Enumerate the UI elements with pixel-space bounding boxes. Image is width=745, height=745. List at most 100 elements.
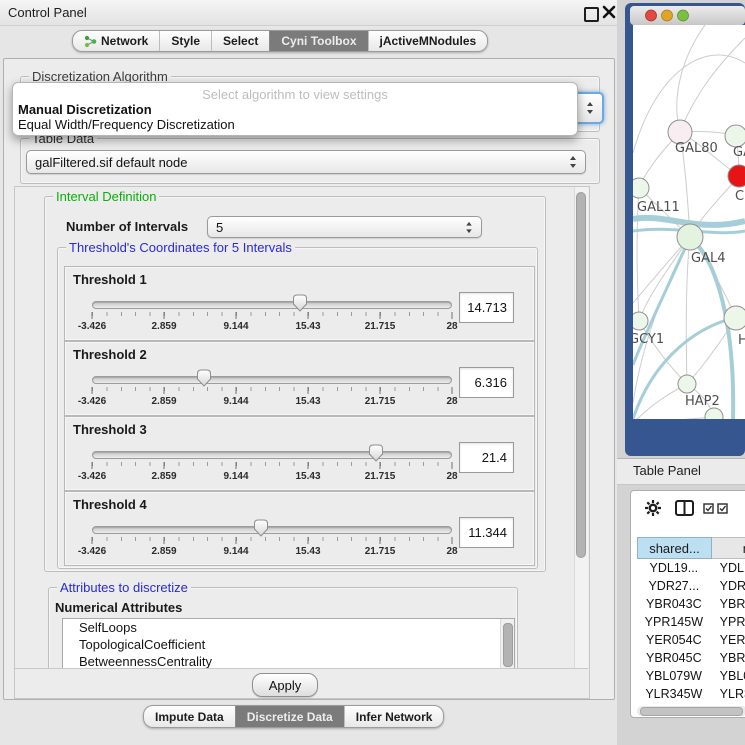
tab-label: Style bbox=[171, 34, 200, 48]
threshold-3-slider-track[interactable] bbox=[92, 451, 452, 459]
cell-name[interactable]: YDL1 bbox=[711, 561, 745, 575]
column-header-name[interactable]: name bbox=[712, 537, 745, 559]
threshold-4-value-field[interactable]: 11.344 bbox=[459, 517, 514, 548]
dropdown-option-equal-width-frequency[interactable]: Equal Width/Frequency Discretization bbox=[18, 117, 235, 132]
settings-scrollbar-thumb[interactable] bbox=[576, 192, 586, 558]
checkbox-icon[interactable] bbox=[717, 503, 728, 514]
table-row[interactable]: YER054CYER0 bbox=[637, 631, 745, 649]
cell-name[interactable]: YBR0 bbox=[711, 651, 745, 665]
network-node-label: GAL4 bbox=[691, 251, 725, 266]
cell-name[interactable]: YLR3 bbox=[711, 687, 745, 701]
table-hscrollbar-track[interactable] bbox=[637, 706, 745, 716]
slider-tick-label: 2.859 bbox=[151, 396, 176, 407]
tab-discretize-data[interactable]: Discretize Data bbox=[235, 706, 344, 727]
cell-name[interactable]: YPR1 bbox=[711, 615, 745, 629]
cell-shared-name[interactable]: YPR145W bbox=[637, 615, 711, 629]
cell-shared-name[interactable]: YLR345W bbox=[637, 687, 711, 701]
threshold-1-slider-track[interactable] bbox=[92, 301, 452, 309]
table-hscrollbar-thumb[interactable] bbox=[640, 707, 743, 716]
table-row[interactable]: YLR345WYLR3 bbox=[637, 685, 745, 703]
table-row[interactable]: YBR043CYBR0 bbox=[637, 595, 745, 613]
minimize-traffic-light[interactable] bbox=[662, 10, 673, 21]
tab-network[interactable]: Network bbox=[73, 31, 159, 51]
tab-style[interactable]: Style bbox=[159, 31, 211, 51]
cell-shared-name[interactable]: YBR045C bbox=[637, 651, 711, 665]
cell-name[interactable]: YBR0 bbox=[711, 597, 745, 611]
network-node-label: C bbox=[735, 189, 744, 204]
cell-name[interactable]: YBL0 bbox=[711, 669, 745, 683]
number-of-intervals-combobox[interactable]: 5 bbox=[207, 216, 482, 238]
number-of-intervals-label: Number of Intervals bbox=[66, 219, 188, 234]
cell-shared-name[interactable]: YBL079W bbox=[637, 669, 711, 683]
threshold-1-slider-thumb[interactable] bbox=[292, 294, 308, 312]
threshold-3-slider-thumb[interactable] bbox=[368, 444, 384, 462]
network-node-label: GCY1 bbox=[629, 332, 664, 347]
slider-major-tick bbox=[452, 387, 453, 394]
slider-tick-label: 28 bbox=[446, 546, 457, 557]
close-traffic-light[interactable] bbox=[646, 10, 657, 21]
threshold-1-slider-ticks: -3.4262.8599.14415.4321.71528 bbox=[92, 312, 452, 338]
tab-infer-network[interactable]: Infer Network bbox=[344, 706, 444, 727]
top-tab-bar: Network Style Select Cyni Toolbox jActiv… bbox=[72, 30, 488, 52]
slider-major-tick bbox=[92, 312, 93, 319]
table-row[interactable]: YPR145WYPR1 bbox=[637, 613, 745, 631]
table-data-combobox[interactable]: galFiltered.sif default node bbox=[26, 150, 586, 174]
attribute-list-item[interactable]: SelfLoops bbox=[63, 619, 514, 636]
table-row[interactable]: YBR045CYBR0 bbox=[637, 649, 745, 667]
cell-shared-name[interactable]: YBR043C bbox=[637, 597, 711, 611]
slider-tick-label: 9.144 bbox=[223, 321, 248, 332]
maximize-traffic-light[interactable] bbox=[678, 10, 689, 21]
cell-shared-name[interactable]: YDL19... bbox=[637, 561, 711, 575]
slider-major-tick bbox=[380, 387, 381, 394]
slider-major-tick bbox=[164, 462, 165, 469]
slider-tick-label: 15.43 bbox=[295, 321, 320, 332]
network-node-GAL4[interactable] bbox=[677, 224, 703, 250]
checkbox-icon[interactable] bbox=[703, 503, 714, 514]
attribute-list-item[interactable]: TopologicalCoefficient bbox=[63, 636, 514, 653]
cell-shared-name[interactable]: YDR27... bbox=[637, 579, 711, 593]
dropdown-option-manual-discretization[interactable]: Manual Discretization bbox=[18, 102, 152, 117]
cell-shared-name[interactable]: YER054C bbox=[637, 633, 711, 647]
dropdown-placeholder: Select algorithm to view settings bbox=[13, 87, 577, 102]
attributes-scrollbar-track[interactable] bbox=[500, 619, 514, 671]
tab-cyni-toolbox[interactable]: Cyni Toolbox bbox=[269, 31, 367, 51]
slider-major-tick bbox=[92, 387, 93, 394]
network-node-H-node[interactable] bbox=[724, 306, 745, 330]
close-icon[interactable] bbox=[602, 5, 616, 19]
control-panel-header: Control Panel bbox=[0, 0, 617, 26]
slider-tick-label: 9.144 bbox=[223, 471, 248, 482]
tab-label: Cyni Toolbox bbox=[281, 34, 356, 48]
split-columns-icon[interactable] bbox=[675, 500, 694, 516]
threshold-4-slider-thumb[interactable] bbox=[253, 519, 269, 537]
network-node-red-selected[interactable] bbox=[728, 165, 745, 187]
cell-name[interactable]: YDR2 bbox=[711, 579, 745, 593]
table-row[interactable]: YBL079WYBL0 bbox=[637, 667, 745, 685]
network-node-top-right[interactable] bbox=[725, 125, 745, 147]
table-row[interactable]: YDR27...YDR2 bbox=[637, 577, 745, 595]
threshold-3-value-field[interactable]: 21.4 bbox=[459, 442, 514, 473]
slider-major-tick bbox=[236, 462, 237, 469]
column-header-shared-name[interactable]: shared... bbox=[637, 537, 712, 559]
attributes-scrollbar-thumb[interactable] bbox=[503, 623, 513, 667]
slider-tick-label: 28 bbox=[446, 471, 457, 482]
threshold-2-value-field[interactable]: 6.316 bbox=[459, 367, 514, 398]
threshold-2-slider-thumb[interactable] bbox=[196, 369, 212, 387]
slider-tick-label: -3.426 bbox=[78, 396, 106, 407]
slider-major-tick bbox=[308, 312, 309, 319]
threshold-2-slider-track[interactable] bbox=[92, 376, 452, 384]
threshold-1-value-field[interactable]: 14.713 bbox=[459, 292, 514, 323]
gear-icon[interactable] bbox=[644, 499, 662, 517]
combo-stepper-icon bbox=[586, 101, 594, 115]
network-node-HAP2[interactable] bbox=[678, 375, 696, 393]
tab-impute-data[interactable]: Impute Data bbox=[144, 706, 235, 727]
threshold-label: Threshold 3 bbox=[73, 422, 147, 437]
threshold-4-slider-track[interactable] bbox=[92, 526, 452, 534]
slider-tick-label: 15.43 bbox=[295, 396, 320, 407]
float-window-icon[interactable] bbox=[584, 7, 599, 22]
table-row[interactable]: YDL19...YDL1 bbox=[637, 559, 745, 577]
tab-jactivemnodules[interactable]: jActiveMNodules bbox=[368, 31, 488, 51]
slider-tick-label: 21.715 bbox=[365, 396, 396, 407]
apply-button[interactable]: Apply bbox=[252, 673, 318, 697]
tab-select[interactable]: Select bbox=[211, 31, 269, 51]
cell-name[interactable]: YER0 bbox=[711, 633, 745, 647]
